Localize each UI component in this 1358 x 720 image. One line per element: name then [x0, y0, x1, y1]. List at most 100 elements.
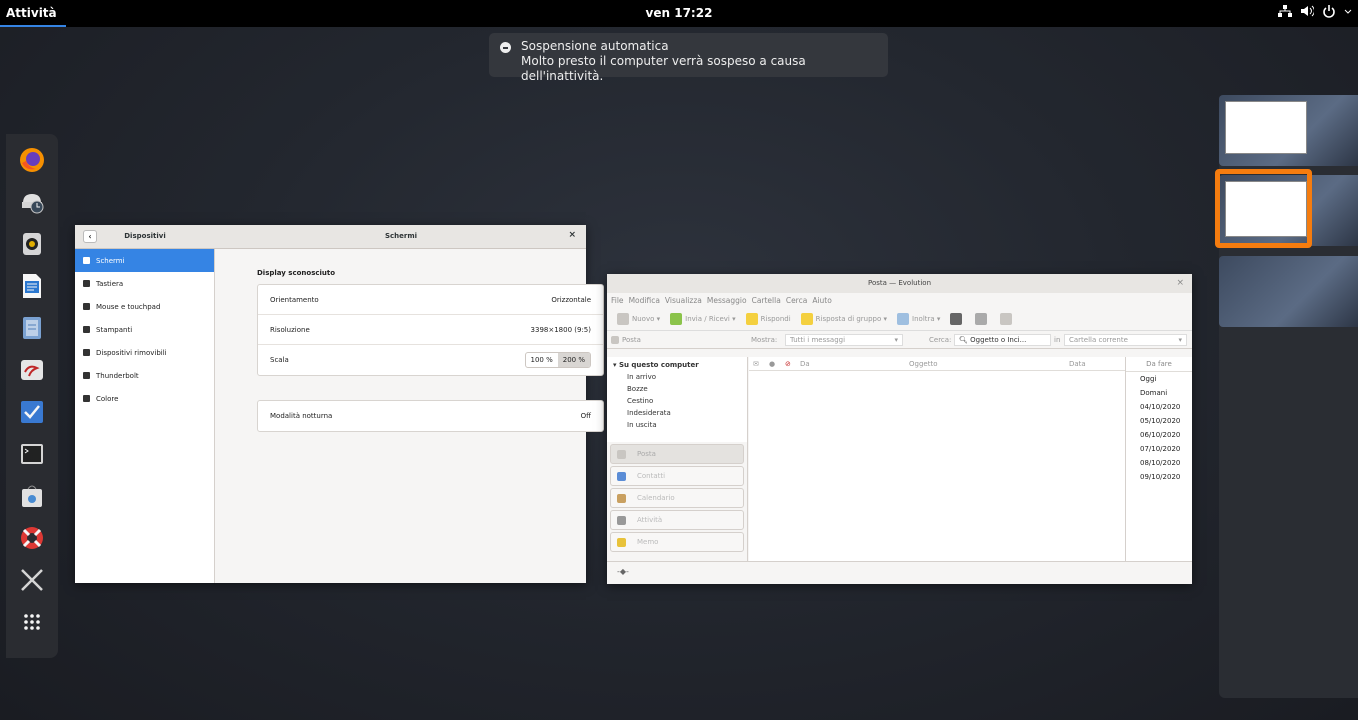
app-grid-icon[interactable] [18, 608, 46, 636]
memo-icon [617, 537, 626, 547]
scope-select[interactable]: Cartella corrente ▾ [1064, 333, 1187, 346]
speaker-icon[interactable] [18, 230, 46, 258]
todo-group[interactable]: Domani [1140, 386, 1192, 400]
switcher-mail[interactable]: Posta [610, 444, 744, 464]
todo-group[interactable]: 04/10/2020 [1140, 400, 1192, 414]
menu-cartella[interactable]: Cartella [752, 296, 781, 305]
folder-inbox[interactable]: In arrivo [613, 371, 741, 383]
menu-file[interactable]: File [611, 296, 624, 305]
orientation-label: Orientamento [270, 295, 319, 304]
forward-button[interactable]: Inoltra ▾ [897, 312, 940, 325]
workspace-1[interactable] [1219, 95, 1358, 166]
column-date[interactable]: Data [1069, 360, 1086, 368]
new-button[interactable]: Nuovo ▾ [617, 312, 660, 325]
help-icon[interactable] [18, 524, 46, 552]
column-from[interactable]: Da [800, 360, 810, 368]
notification-banner[interactable]: Sospensione automatica Molto presto il c… [489, 33, 888, 83]
switcher-calendar[interactable]: Calendario [610, 488, 744, 508]
software-icon[interactable] [18, 482, 46, 510]
settings-window[interactable]: ‹ Dispositivi Schermi × Schermi Tastiera… [75, 225, 604, 583]
todo-pane: Da fare Oggi Domani 04/10/2020 05/10/202… [1125, 357, 1192, 561]
system-menu[interactable] [1278, 4, 1352, 18]
close-icon[interactable]: × [568, 230, 576, 240]
workspace-highlight [1215, 169, 1312, 248]
forward-label: Inoltra [912, 314, 935, 323]
sidebar-item-schermi[interactable]: Schermi [75, 249, 214, 272]
sidebar-item-thunderbolt[interactable]: Thunderbolt [75, 364, 214, 387]
printer-icon [83, 326, 90, 333]
tasks-icon[interactable] [18, 398, 46, 426]
sidebar-item-tastiera[interactable]: Tastiera [75, 272, 214, 295]
terminal-icon[interactable] [18, 440, 46, 468]
search-input[interactable]: 🔍︎ Oggetto o Inci... [954, 333, 1051, 346]
folder-drafts[interactable]: Bozze [613, 383, 741, 395]
clock-icon[interactable] [18, 188, 46, 216]
files-icon[interactable] [18, 314, 46, 342]
todo-group[interactable]: Oggi [1140, 372, 1192, 386]
night-light-value: Off [580, 412, 591, 420]
todo-group[interactable]: 08/10/2020 [1140, 456, 1192, 470]
color-icon [83, 395, 90, 402]
folder-pane: ▾ Su questo computer In arrivo Bozze Ces… [607, 357, 748, 561]
offline-icon[interactable]: -◆- [617, 567, 629, 576]
power-icon [1322, 4, 1336, 18]
switcher-tasks[interactable]: Attività [610, 510, 744, 530]
todo-group[interactable]: 06/10/2020 [1140, 428, 1192, 442]
orientation-value: Orizzontale [551, 295, 591, 304]
filter-bar: Posta Mostra: Tutti i messaggi ▾ Cerca: 🔍… [607, 331, 1192, 349]
resolution-row[interactable]: Risoluzione 3398×1800 (9:5) [258, 315, 603, 345]
sidebar-item-stampanti[interactable]: Stampanti [75, 318, 214, 341]
send-receive-button[interactable]: Invia / Ricevi ▾ [670, 312, 736, 325]
orientation-row[interactable]: Orientamento Orizzontale [258, 285, 603, 315]
folder-junk[interactable]: Indesiderata [613, 407, 741, 419]
delete-icon[interactable] [975, 312, 988, 325]
tree-root[interactable]: ▾ Su questo computer [613, 359, 741, 371]
sidebar-item-rimovibili[interactable]: Dispositivi rimovibili [75, 341, 214, 364]
show-select[interactable]: Tutti i messaggi ▾ [785, 333, 903, 346]
utilities-icon[interactable] [18, 566, 46, 594]
resolution-label: Risoluzione [270, 325, 310, 334]
folder-trash[interactable]: Cestino [613, 395, 741, 407]
sidebar-item-label: Mouse e touchpad [96, 302, 161, 311]
reply-button[interactable]: Rispondi [745, 312, 791, 325]
mouse-icon [83, 303, 90, 310]
sidebar-item-label: Schermi [96, 256, 125, 265]
scale-200-button[interactable]: 200 % [557, 353, 590, 367]
print-icon[interactable] [950, 312, 963, 325]
firefox-icon[interactable] [18, 146, 46, 174]
reply-group-button[interactable]: Risposta di gruppo ▾ [800, 312, 887, 325]
menu-cerca[interactable]: Cerca [786, 296, 808, 305]
folder-tree: ▾ Su questo computer In arrivo Bozze Ces… [607, 357, 747, 442]
column-subject[interactable]: Oggetto [909, 360, 937, 368]
switcher-contacts[interactable]: Contatti [610, 466, 744, 486]
notification-body: Molto presto il computer verrà sospeso a… [521, 54, 806, 83]
message-list[interactable]: ✉ ● ⊘ Da Oggetto Data [749, 357, 1125, 561]
switcher-label: Attività [637, 516, 663, 524]
todo-group[interactable]: 09/10/2020 [1140, 470, 1192, 484]
folder-header-label: Posta [622, 335, 641, 344]
todo-group[interactable]: 05/10/2020 [1140, 414, 1192, 428]
evolution-window[interactable]: Posta — Evolution × File Modifica Visuali… [607, 274, 1192, 584]
menu-aiuto[interactable]: Aiuto [812, 296, 832, 305]
menu-visualizza[interactable]: Visualizza [665, 296, 702, 305]
menu-messaggio[interactable]: Messaggio [707, 296, 747, 305]
close-icon[interactable]: × [1176, 274, 1184, 293]
workspace-3[interactable] [1219, 256, 1358, 327]
switcher-memo[interactable]: Memo [610, 532, 744, 552]
menu-modifica[interactable]: Modifica [629, 296, 660, 305]
sidebar-item-label: Dispositivi rimovibili [96, 348, 167, 357]
clock[interactable]: ven 17:22 [0, 6, 1358, 20]
settings-content: Display sconosciuto Orientamento Orizzont… [216, 249, 604, 583]
folder-outbox[interactable]: In uscita [613, 419, 741, 431]
sidebar-item-mouse[interactable]: Mouse e touchpad [75, 295, 214, 318]
evolution-icon[interactable] [18, 356, 46, 384]
scale-selector: 100 % 200 % [524, 352, 591, 368]
window-title: Posta — Evolution × [607, 274, 1192, 293]
scale-100-button[interactable]: 100 % [526, 353, 558, 367]
todo-group[interactable]: 07/10/2020 [1140, 442, 1192, 456]
suspend-icon [500, 42, 511, 53]
junk-icon[interactable] [1000, 312, 1013, 325]
writer-icon[interactable] [18, 272, 46, 300]
sidebar-item-colore[interactable]: Colore [75, 387, 214, 410]
night-light-row[interactable]: Modalità notturna Off [258, 401, 603, 431]
